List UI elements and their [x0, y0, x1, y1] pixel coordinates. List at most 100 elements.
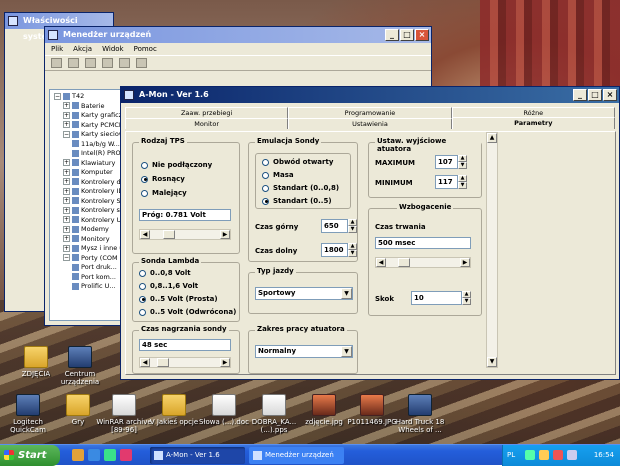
- duration-slider[interactable]: ◀ ▶: [375, 257, 471, 268]
- forward-arrow-icon[interactable]: [68, 58, 79, 68]
- expand-icon[interactable]: +: [63, 197, 70, 204]
- lambda-option-2[interactable]: 0..5 Volt (Prosta): [139, 295, 218, 303]
- expand-icon[interactable]: +: [63, 168, 70, 176]
- device-manager-titlebar[interactable]: Menedżer urządzeń _ □ ×: [45, 27, 431, 43]
- minimize-button[interactable]: _: [385, 29, 399, 41]
- tray-icon[interactable]: [525, 450, 535, 460]
- spin-up-icon[interactable]: ▲: [348, 219, 357, 226]
- help-icon[interactable]: [119, 58, 130, 68]
- menu-item[interactable]: Pomoc: [134, 45, 157, 53]
- desktop-icon[interactable]: Hard Truck 18 Wheels of ...: [392, 394, 448, 434]
- expand-icon[interactable]: +: [63, 102, 70, 109]
- spin-down-icon[interactable]: ▼: [462, 298, 471, 305]
- right-arrow-icon[interactable]: ▶: [220, 230, 230, 239]
- desktop-icon[interactable]: DOBRA_KA...(...).pps: [246, 394, 302, 434]
- right-arrow-icon[interactable]: ▶: [220, 358, 230, 367]
- spin-down-icon[interactable]: ▼: [458, 182, 467, 189]
- actuator-range-select[interactable]: Normalny ▼: [255, 345, 353, 358]
- scan-hardware-icon[interactable]: [136, 58, 147, 68]
- maximum-value[interactable]: 107: [435, 155, 458, 169]
- tab[interactable]: Parametry: [451, 117, 615, 129]
- expand-icon[interactable]: +: [63, 235, 70, 242]
- emulation-option-2[interactable]: Standart (0..0,8): [262, 184, 339, 192]
- tps-threshold-field[interactable]: Próg: 0.781 Volt: [139, 209, 231, 221]
- lambda-option-3[interactable]: 0..5 Volt (Odwrócona): [139, 308, 236, 316]
- desktop-icon[interactable]: Logitech QuickCam: [0, 394, 56, 434]
- left-arrow-icon[interactable]: ◀: [140, 230, 150, 239]
- spin-up-icon[interactable]: ▲: [462, 291, 471, 298]
- duration-field[interactable]: 500 msec: [375, 237, 471, 249]
- probe-heating-slider[interactable]: ◀ ▶: [139, 357, 231, 368]
- tray-icon[interactable]: [539, 450, 549, 460]
- minimum-spinner[interactable]: 117 ▲ ▼: [435, 175, 467, 189]
- tray-icon[interactable]: [567, 450, 577, 460]
- scroll-up-icon[interactable]: ▲: [487, 133, 497, 143]
- expand-icon[interactable]: +: [63, 178, 70, 185]
- quicklaunch-icon[interactable]: [120, 449, 132, 461]
- chevron-down-icon[interactable]: ▼: [341, 288, 352, 299]
- minimum-value[interactable]: 117: [435, 175, 458, 189]
- properties-icon[interactable]: [85, 58, 96, 68]
- right-arrow-icon[interactable]: ▶: [460, 258, 470, 267]
- tps-option-0[interactable]: Nie podłączony: [141, 161, 212, 169]
- expand-icon[interactable]: +: [63, 121, 70, 128]
- start-button[interactable]: Start: [0, 445, 60, 466]
- left-arrow-icon[interactable]: ◀: [376, 258, 386, 267]
- duration-slider-thumb[interactable]: [398, 258, 410, 267]
- amon-titlebar[interactable]: A-Mon - Ver 1.6 _ □ ×: [121, 87, 619, 103]
- expand-icon[interactable]: +: [63, 244, 70, 252]
- expand-icon[interactable]: +: [63, 159, 70, 166]
- left-arrow-icon[interactable]: ◀: [140, 358, 150, 367]
- menu-item[interactable]: Akcja: [73, 45, 92, 53]
- bottom-time-value[interactable]: 1800: [321, 243, 348, 257]
- expand-icon[interactable]: +: [63, 225, 70, 233]
- bottom-time-spinner[interactable]: 1800 ▲ ▼: [321, 243, 357, 257]
- desktop-icon[interactable]: Centrum urządzenia: [52, 346, 108, 386]
- quicklaunch-icon[interactable]: [104, 449, 116, 461]
- tab[interactable]: Programowanie: [288, 107, 452, 118]
- probe-heating-slider-thumb[interactable]: [157, 358, 169, 367]
- lambda-option-0[interactable]: 0..0,8 Volt: [139, 269, 191, 277]
- language-indicator[interactable]: PL: [507, 445, 515, 466]
- minimize-button[interactable]: _: [573, 89, 587, 101]
- spin-down-icon[interactable]: ▼: [458, 162, 467, 169]
- probe-heating-field[interactable]: 48 sec: [139, 339, 231, 351]
- tps-slider[interactable]: ◀ ▶: [139, 229, 231, 240]
- maximum-spinner[interactable]: 107 ▲ ▼: [435, 155, 467, 169]
- top-time-spinner[interactable]: 650 ▲ ▼: [321, 219, 357, 233]
- desktop-icon[interactable]: V Jakieś opcje: [146, 394, 202, 426]
- maximize-button[interactable]: □: [588, 89, 602, 101]
- spin-up-icon[interactable]: ▲: [348, 243, 357, 250]
- tab[interactable]: Ustawienia: [288, 118, 452, 129]
- quicklaunch-icon[interactable]: [72, 449, 84, 461]
- scroll-down-icon[interactable]: ▼: [487, 357, 497, 367]
- collapse-icon[interactable]: −: [63, 254, 70, 261]
- maximize-button[interactable]: □: [400, 29, 414, 41]
- step-value[interactable]: 10: [411, 291, 462, 305]
- spin-up-icon[interactable]: ▲: [458, 155, 467, 162]
- emulation-option-3[interactable]: Standart (0..5): [262, 197, 332, 205]
- tab[interactable]: Zaaw. przebiegi: [125, 107, 289, 118]
- close-button[interactable]: ×: [415, 29, 429, 41]
- tps-option-1[interactable]: Rosnący: [141, 175, 185, 183]
- lambda-option-1[interactable]: 0,8..1,6 Volt: [139, 282, 198, 290]
- print-icon[interactable]: [102, 58, 113, 68]
- spin-down-icon[interactable]: ▼: [348, 250, 357, 257]
- tab[interactable]: Monitor: [125, 118, 289, 129]
- desktop-icon[interactable]: Słowa (...).doc: [196, 394, 252, 426]
- driving-type-select[interactable]: Sportowy ▼: [255, 287, 353, 300]
- close-button[interactable]: ×: [603, 89, 617, 101]
- menu-item[interactable]: Widok: [102, 45, 124, 53]
- expand-icon[interactable]: +: [63, 216, 70, 223]
- emulation-option-0[interactable]: Obwód otwarty: [262, 158, 333, 166]
- desktop-icon[interactable]: WinRAR archive [89-96]: [96, 394, 152, 434]
- emulation-option-1[interactable]: Masa: [262, 171, 294, 179]
- collapse-icon[interactable]: −: [54, 92, 61, 100]
- menu-item[interactable]: Plik: [51, 45, 63, 53]
- top-time-value[interactable]: 650: [321, 219, 348, 233]
- tps-option-2[interactable]: Malejący: [141, 189, 187, 197]
- expand-icon[interactable]: +: [63, 111, 70, 119]
- vertical-scrollbar[interactable]: ▲ ▼: [486, 132, 498, 368]
- task-amon[interactable]: A-Mon - Ver 1.6: [150, 447, 245, 464]
- spin-up-icon[interactable]: ▲: [458, 175, 467, 182]
